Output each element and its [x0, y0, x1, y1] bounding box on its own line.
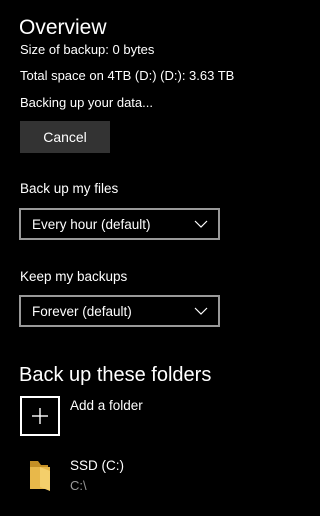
- folder-item-path: C:\: [70, 478, 87, 493]
- plus-icon: [32, 408, 48, 424]
- keep-backups-dropdown[interactable]: Forever (default): [19, 295, 220, 327]
- keep-backups-value: Forever (default): [32, 303, 132, 319]
- page-title: Overview: [19, 16, 107, 39]
- backup-frequency-dropdown[interactable]: Every hour (default): [19, 208, 220, 240]
- total-space-text: Total space on 4TB (D:) (D:): 3.63 TB: [20, 68, 235, 83]
- backup-frequency-value: Every hour (default): [32, 216, 151, 232]
- chevron-down-icon: [194, 220, 208, 228]
- add-folder-button[interactable]: [20, 396, 60, 436]
- keep-backups-label: Keep my backups: [20, 269, 128, 284]
- folder-icon: [30, 461, 50, 491]
- folders-section-title: Back up these folders: [19, 364, 212, 386]
- cancel-button[interactable]: Cancel: [20, 121, 110, 153]
- add-folder-label[interactable]: Add a folder: [70, 397, 143, 415]
- backup-status-text: Backing up your data...: [20, 95, 153, 110]
- backup-size-text: Size of backup: 0 bytes: [20, 42, 155, 57]
- backup-frequency-label: Back up my files: [20, 181, 119, 196]
- folder-item-name[interactable]: SSD (C:): [70, 457, 124, 475]
- chevron-down-icon: [194, 307, 208, 315]
